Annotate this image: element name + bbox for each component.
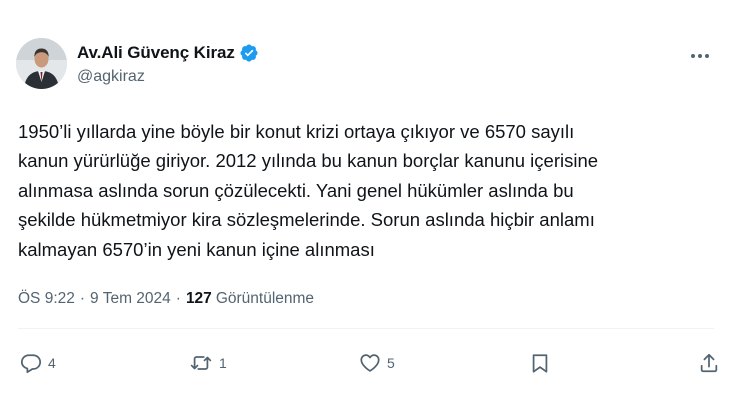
profile-photo bbox=[16, 38, 67, 89]
avatar[interactable] bbox=[16, 38, 67, 89]
heart-icon bbox=[360, 354, 380, 372]
more-options-icon[interactable] bbox=[688, 46, 712, 66]
reply-count: 4 bbox=[48, 355, 56, 371]
author-handle[interactable]: @agkiraz bbox=[77, 68, 259, 86]
verified-badge-icon[interactable] bbox=[239, 43, 259, 63]
tweet-header: Av.Ali Güvenç Kiraz @agkiraz bbox=[16, 38, 714, 98]
action-bar: 4 1 5 bbox=[0, 348, 730, 378]
share-icon bbox=[700, 353, 718, 373]
reply-button[interactable]: 4 bbox=[20, 348, 56, 378]
tweet-time[interactable]: ÖS 9:22 bbox=[18, 290, 75, 308]
author-display-name[interactable]: Av.Ali Güvenç Kiraz bbox=[77, 43, 235, 63]
like-count: 5 bbox=[387, 355, 395, 371]
repost-icon bbox=[190, 356, 212, 370]
tweet-date[interactable]: 9 Tem 2024 bbox=[90, 290, 171, 308]
author-block: Av.Ali Güvenç Kiraz @agkiraz bbox=[77, 42, 259, 86]
repost-count: 1 bbox=[219, 355, 227, 371]
bookmark-button[interactable] bbox=[529, 348, 551, 378]
name-row: Av.Ali Güvenç Kiraz bbox=[77, 42, 259, 64]
tweet-text: 1950’li yıllarda yine böyle bir konut kr… bbox=[18, 121, 599, 260]
views-count[interactable]: 127 bbox=[186, 290, 212, 308]
bookmark-icon bbox=[532, 354, 548, 373]
tweet-card: Av.Ali Güvenç Kiraz @agkiraz 1950’li yıl… bbox=[0, 0, 730, 420]
like-button[interactable]: 5 bbox=[359, 348, 395, 378]
reply-icon bbox=[20, 354, 42, 374]
meta-separator: · bbox=[175, 290, 181, 307]
meta-separator: · bbox=[79, 290, 86, 307]
views-label: Görüntülenme bbox=[215, 290, 315, 307]
tweet-meta: ÖS 9:22 · 9 Tem 2024 · 127 Görüntülenme bbox=[18, 290, 314, 308]
repost-button[interactable]: 1 bbox=[189, 348, 227, 378]
divider bbox=[18, 328, 714, 329]
share-button[interactable] bbox=[698, 348, 720, 378]
